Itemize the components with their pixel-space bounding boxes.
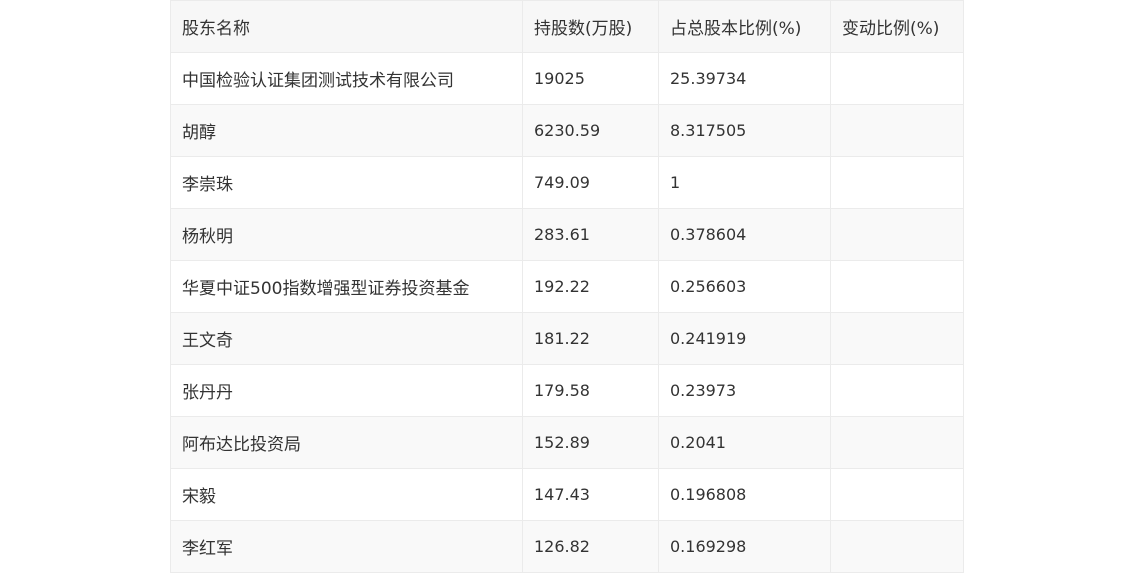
cell-shareholder-name: 宋毅 <box>170 468 523 521</box>
cell-shares-held: 19025 <box>522 52 659 105</box>
cell-shareholder-name: 张丹丹 <box>170 364 523 417</box>
table-row: 华夏中证500指数增强型证券投资基金 192.22 0.256603 <box>170 260 964 313</box>
table-row: 李红军 126.82 0.169298 <box>170 520 964 573</box>
cell-change-ratio <box>830 104 964 157</box>
cell-shares-held: 283.61 <box>522 208 659 261</box>
table-row: 阿布达比投资局 152.89 0.2041 <box>170 416 964 469</box>
cell-share-ratio: 25.39734 <box>658 52 831 105</box>
header-shareholder-name: 股东名称 <box>170 0 523 53</box>
cell-shares-held: 192.22 <box>522 260 659 313</box>
table-row: 张丹丹 179.58 0.23973 <box>170 364 964 417</box>
table-row: 杨秋明 283.61 0.378604 <box>170 208 964 261</box>
cell-change-ratio <box>830 260 964 313</box>
cell-share-ratio: 0.23973 <box>658 364 831 417</box>
cell-share-ratio: 0.196808 <box>658 468 831 521</box>
cell-change-ratio <box>830 520 964 573</box>
cell-change-ratio <box>830 364 964 417</box>
table-row: 中国检验认证集团测试技术有限公司 19025 25.39734 <box>170 52 964 105</box>
table-row: 王文奇 181.22 0.241919 <box>170 312 964 365</box>
cell-shares-held: 152.89 <box>522 416 659 469</box>
cell-share-ratio: 1 <box>658 156 831 209</box>
header-share-ratio: 占总股本比例(%) <box>658 0 831 53</box>
table-row: 宋毅 147.43 0.196808 <box>170 468 964 521</box>
cell-change-ratio <box>830 416 964 469</box>
cell-share-ratio: 0.256603 <box>658 260 831 313</box>
cell-change-ratio <box>830 468 964 521</box>
cell-shareholder-name: 李红军 <box>170 520 523 573</box>
cell-share-ratio: 0.169298 <box>658 520 831 573</box>
cell-shareholder-name: 王文奇 <box>170 312 523 365</box>
cell-shares-held: 179.58 <box>522 364 659 417</box>
header-shares-held: 持股数(万股) <box>522 0 659 53</box>
cell-shareholder-name: 杨秋明 <box>170 208 523 261</box>
cell-shareholder-name: 李崇珠 <box>170 156 523 209</box>
table-row: 胡醇 6230.59 8.317505 <box>170 104 964 157</box>
table-header-row: 股东名称 持股数(万股) 占总股本比例(%) 变动比例(%) <box>170 0 964 53</box>
cell-change-ratio <box>830 208 964 261</box>
cell-shareholder-name: 胡醇 <box>170 104 523 157</box>
cell-shareholder-name: 阿布达比投资局 <box>170 416 523 469</box>
cell-share-ratio: 0.2041 <box>658 416 831 469</box>
cell-shareholder-name: 中国检验认证集团测试技术有限公司 <box>170 52 523 105</box>
cell-change-ratio <box>830 52 964 105</box>
cell-shares-held: 749.09 <box>522 156 659 209</box>
shareholder-table: 股东名称 持股数(万股) 占总股本比例(%) 变动比例(%) 中国检验认证集团测… <box>170 0 964 573</box>
cell-change-ratio <box>830 312 964 365</box>
cell-shareholder-name: 华夏中证500指数增强型证券投资基金 <box>170 260 523 313</box>
cell-change-ratio <box>830 156 964 209</box>
cell-share-ratio: 0.378604 <box>658 208 831 261</box>
cell-share-ratio: 8.317505 <box>658 104 831 157</box>
cell-shares-held: 126.82 <box>522 520 659 573</box>
cell-shares-held: 6230.59 <box>522 104 659 157</box>
header-change-ratio: 变动比例(%) <box>830 0 964 53</box>
cell-shares-held: 181.22 <box>522 312 659 365</box>
cell-share-ratio: 0.241919 <box>658 312 831 365</box>
shareholder-table-container: 股东名称 持股数(万股) 占总股本比例(%) 变动比例(%) 中国检验认证集团测… <box>170 0 964 573</box>
cell-shares-held: 147.43 <box>522 468 659 521</box>
table-row: 李崇珠 749.09 1 <box>170 156 964 209</box>
